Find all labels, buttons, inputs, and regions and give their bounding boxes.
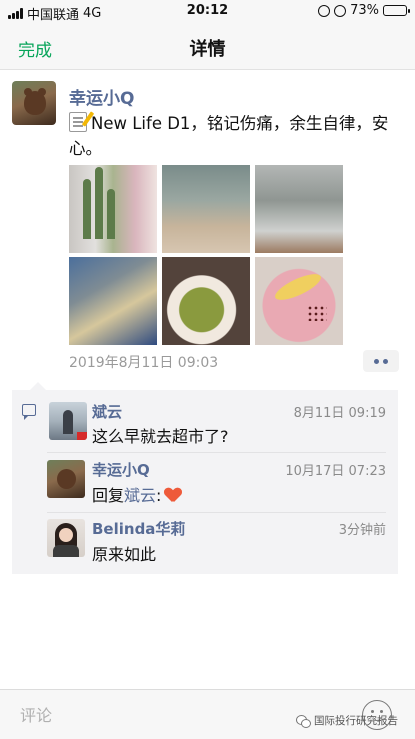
post-author-name[interactable]: 幸运小Q (69, 84, 134, 109)
reply-prefix: 回复 (92, 486, 125, 505)
status-bar: 中国联通 4G 20:12 73% (0, 0, 415, 23)
reply-suffix: : (156, 486, 162, 505)
post-photo-3[interactable] (255, 165, 343, 253)
nav-bar: 完成 详情 (0, 22, 415, 70)
post-text: New Life D1，铭记伤痛，余生自律，安心。 (69, 111, 403, 161)
commenter-name[interactable]: 斌云 (92, 401, 122, 422)
post-text-content: New Life D1，铭记伤痛，余生自律，安心。 (69, 114, 389, 158)
rotation-lock-icon (334, 4, 347, 17)
commenter-avatar[interactable] (47, 460, 85, 498)
commenter-name[interactable]: 幸运小Q (92, 459, 150, 480)
comment-text[interactable]: 原来如此 (92, 541, 156, 565)
comment-text[interactable]: 回复斌云: (92, 482, 181, 506)
reply-target-name[interactable]: 斌云 (124, 486, 156, 505)
author-avatar[interactable] (12, 81, 56, 125)
comment-time: 8月11日 09:19 (293, 406, 386, 421)
heart-icon (165, 488, 181, 502)
comment-divider (47, 452, 386, 453)
comment-text[interactable]: 这么早就去超市了? (92, 423, 229, 447)
post-photo-4[interactable] (69, 257, 157, 345)
comment-time: 10月17日 07:23 (285, 464, 386, 479)
comment-section: 斌云 8月11日 09:19 这么早就去超市了? 幸运小Q 10月17日 07:… (12, 382, 398, 574)
post-photo-1[interactable] (69, 165, 157, 253)
post-photo-2[interactable] (162, 165, 250, 253)
status-right: 73% (318, 3, 410, 18)
commenter-name[interactable]: Belinda华莉 (92, 518, 185, 539)
emoji-button[interactable] (362, 700, 392, 730)
comment-divider (47, 512, 386, 513)
battery-label: 73% (350, 3, 379, 18)
comment-input[interactable] (8, 698, 350, 732)
post-photo-6[interactable] (255, 257, 343, 345)
post-timestamp: 2019年8月11日 09:03 (69, 355, 219, 371)
commenter-avatar[interactable] (49, 402, 87, 440)
memo-pencil-icon (69, 112, 87, 132)
post-photo-5[interactable] (162, 257, 250, 345)
battery-icon (383, 5, 410, 16)
more-actions-button[interactable] (363, 350, 399, 372)
commenter-avatar[interactable] (47, 519, 85, 557)
comment-bar (0, 689, 415, 739)
alarm-icon (318, 4, 331, 17)
comment-icon (22, 404, 36, 420)
page-title: 详情 (189, 39, 226, 60)
comment-time: 3分钟前 (338, 523, 386, 538)
done-button[interactable]: 完成 (18, 36, 52, 61)
